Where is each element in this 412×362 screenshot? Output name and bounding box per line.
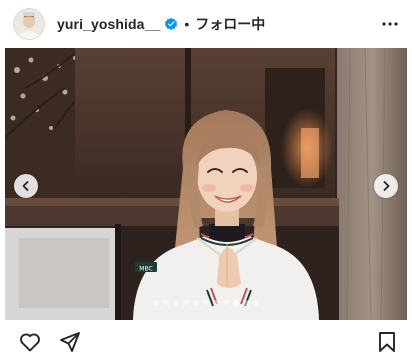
chevron-right-icon [383, 181, 390, 191]
carousel-dot [163, 300, 169, 306]
share-button[interactable] [57, 329, 83, 355]
action-bar [0, 322, 412, 362]
carousel-dot [203, 300, 209, 306]
previous-slide-button[interactable] [14, 174, 38, 198]
carousel-indicator [5, 300, 407, 306]
carousel-dot [153, 300, 159, 306]
avatar-image [14, 9, 44, 39]
post-header: yuri_yoshida__ • フォロー中 [0, 0, 412, 48]
chevron-left-icon [22, 181, 29, 191]
save-button[interactable] [374, 329, 400, 355]
next-slide-button[interactable] [374, 174, 398, 198]
carousel-dot [193, 300, 199, 306]
bookmark-icon [379, 332, 395, 352]
carousel-dot [253, 300, 259, 306]
more-options-button[interactable] [378, 12, 402, 36]
carousel-dot [243, 300, 249, 306]
more-horizontal-icon [382, 22, 398, 26]
following-button[interactable]: フォロー中 [195, 14, 265, 34]
carousel-dot [233, 300, 239, 306]
instagram-post: yuri_yoshida__ • フォロー中 MBC [0, 0, 412, 362]
carousel-dot [183, 300, 189, 306]
separator-dot: • [184, 16, 190, 32]
photo-scene [5, 48, 407, 320]
like-button[interactable] [17, 329, 43, 355]
username-link[interactable]: yuri_yoshida__ [57, 16, 160, 32]
verified-badge-icon [164, 17, 178, 31]
carousel-dot [173, 300, 179, 306]
post-photo[interactable]: MBC [5, 48, 407, 320]
carousel-dot [213, 300, 219, 306]
heart-icon [20, 333, 40, 352]
send-icon [60, 332, 80, 352]
carousel-dot [223, 300, 229, 306]
avatar[interactable] [13, 8, 45, 40]
